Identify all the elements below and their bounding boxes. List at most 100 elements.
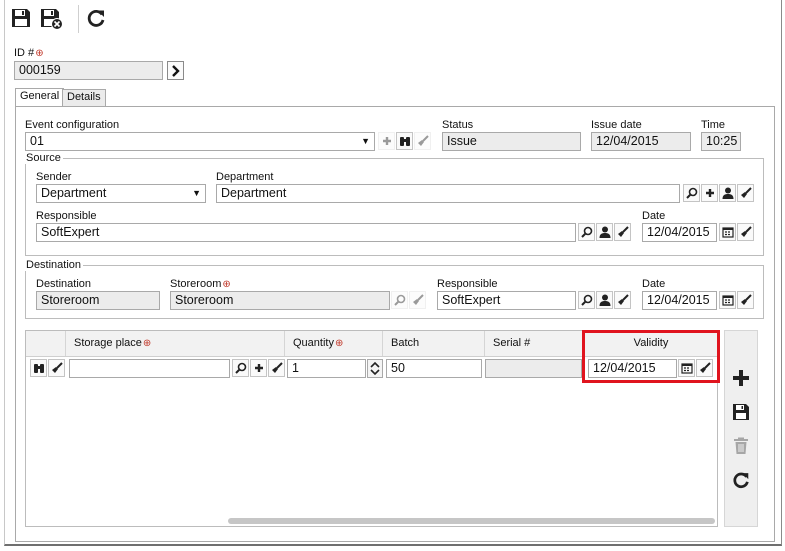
calendar-icon — [721, 295, 734, 306]
destination-responsible-clear-button[interactable] — [614, 291, 631, 309]
time-label: Time — [701, 119, 726, 131]
source-title: Source — [25, 152, 63, 164]
required-icon: ⊕ — [142, 338, 152, 349]
destination-date-clear-button[interactable] — [737, 291, 754, 309]
refresh-icon — [733, 472, 749, 489]
time-field[interactable]: 10:25 — [701, 132, 741, 151]
toolbar-separator — [78, 5, 79, 33]
storage-place-clear-button[interactable] — [268, 359, 285, 377]
broom-icon — [740, 187, 752, 198]
broom-icon — [617, 226, 629, 237]
calendar-icon — [721, 227, 734, 238]
destination-responsible-search-button[interactable] — [578, 291, 595, 309]
id-field[interactable]: 000159 — [14, 61, 163, 80]
source-date-clear-button[interactable] — [737, 223, 754, 241]
floppy-disk-icon — [12, 9, 30, 27]
department-search-button[interactable] — [683, 184, 700, 202]
storage-place-add-button[interactable] — [250, 359, 267, 377]
source-responsible-search-button[interactable] — [578, 223, 595, 241]
plus-icon — [254, 364, 263, 372]
clear-button[interactable] — [414, 132, 431, 150]
broom-icon — [271, 362, 283, 373]
column-batch[interactable]: Batch — [383, 331, 485, 356]
tab-details[interactable]: Details — [62, 89, 106, 106]
validity-highlight — [582, 330, 720, 383]
search-binoculars-button[interactable] — [396, 132, 413, 150]
horizontal-scrollbar[interactable] — [228, 518, 715, 524]
source-date-label: Date — [642, 210, 666, 222]
storeroom-field[interactable]: Storeroom — [170, 291, 390, 310]
source-responsible-clear-button[interactable] — [614, 223, 631, 241]
grid-refresh-button[interactable] — [730, 469, 752, 491]
next-id-button[interactable] — [167, 61, 184, 80]
user-icon — [722, 187, 733, 199]
broom-icon — [617, 294, 629, 305]
column-quantity[interactable]: Quantity⊕ — [285, 331, 383, 356]
serial-input[interactable] — [485, 359, 582, 378]
chevron-down-icon: ▼ — [192, 188, 201, 198]
destination-date-label: Date — [642, 278, 666, 290]
storeroom-search-button[interactable] — [391, 291, 408, 309]
source-date-calendar-button[interactable] — [719, 223, 736, 241]
required-icon: ⊕ — [35, 48, 44, 59]
status-label: Status — [442, 119, 474, 131]
department-add-button[interactable] — [701, 184, 718, 202]
event-configuration-select[interactable]: 01 ▼ — [25, 132, 375, 151]
search-icon — [580, 294, 592, 306]
destination-date-calendar-button[interactable] — [719, 291, 736, 309]
destination-responsible-user-button[interactable] — [596, 291, 613, 309]
source-responsible-field[interactable]: SoftExpert — [36, 223, 576, 242]
binoculars-icon — [33, 363, 44, 373]
floppy-disk-icon — [733, 404, 749, 420]
row-clear-button[interactable] — [48, 359, 65, 377]
storage-place-search-button[interactable] — [232, 359, 249, 377]
search-icon — [393, 294, 405, 306]
quantity-input[interactable]: 1 — [287, 359, 366, 378]
column-storage-place[interactable]: Storage place⊕ — [66, 331, 285, 356]
grid-add-button[interactable] — [730, 367, 752, 389]
tab-general[interactable]: General — [15, 88, 65, 106]
user-icon — [599, 226, 610, 238]
chevron-down-icon: ▼ — [361, 136, 370, 146]
batch-input[interactable]: 50 — [386, 359, 482, 378]
add-button[interactable] — [378, 132, 395, 150]
row-search-button[interactable] — [30, 359, 47, 377]
binoculars-icon — [399, 136, 410, 146]
sender-select[interactable]: Department ▼ — [36, 184, 206, 203]
user-icon — [599, 294, 610, 306]
column-serial[interactable]: Serial # — [485, 331, 585, 356]
issue-date-field[interactable]: 12/04/2015 — [591, 132, 691, 151]
refresh-button[interactable] — [85, 7, 109, 31]
source-responsible-label: Responsible — [36, 210, 97, 222]
plus-icon — [705, 189, 714, 197]
department-clear-button[interactable] — [737, 184, 754, 202]
source-date-field[interactable]: 12/04/2015 — [642, 223, 717, 242]
status-field[interactable]: Issue — [442, 132, 581, 151]
event-configuration-value: 01 — [30, 134, 44, 148]
save-and-close-button[interactable] — [40, 7, 64, 31]
event-configuration-label: Event configuration — [25, 119, 120, 131]
broom-icon — [417, 135, 429, 146]
grid-save-button[interactable] — [730, 401, 752, 423]
department-field[interactable]: Department — [216, 184, 680, 203]
destination-responsible-field[interactable]: SoftExpert — [437, 291, 576, 310]
storeroom-clear-button[interactable] — [409, 291, 426, 309]
chevron-right-icon — [171, 64, 180, 77]
department-label: Department — [216, 171, 274, 183]
grid-delete-button[interactable] — [730, 435, 752, 457]
department-user-button[interactable] — [719, 184, 736, 202]
quantity-stepper[interactable] — [367, 359, 383, 378]
save-button[interactable] — [10, 7, 34, 31]
broom-icon — [740, 226, 752, 237]
storage-place-input[interactable] — [69, 359, 230, 378]
sender-value: Department — [41, 186, 107, 200]
grid-actions-panel — [724, 330, 758, 527]
destination-date-field[interactable]: 12/04/2015 — [642, 291, 717, 310]
destination-field[interactable]: Storeroom — [36, 291, 160, 310]
trash-icon — [734, 437, 748, 454]
broom-icon — [740, 294, 752, 305]
plus-icon — [382, 137, 391, 145]
destination-responsible-label: Responsible — [437, 278, 498, 290]
destination-title: Destination — [25, 259, 84, 271]
source-responsible-user-button[interactable] — [596, 223, 613, 241]
